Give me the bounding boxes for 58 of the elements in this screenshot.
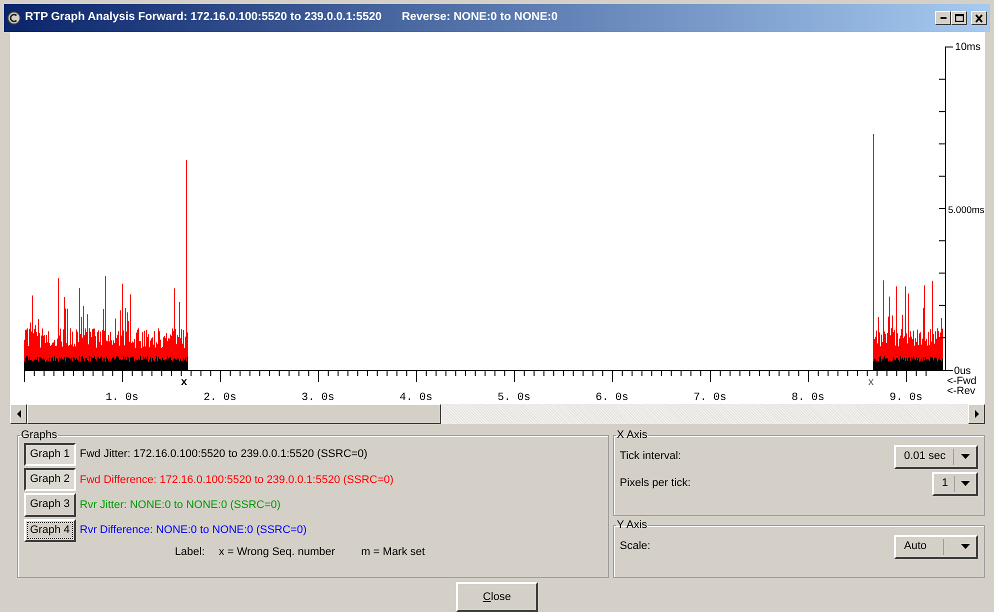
axis-label: 9. 0s [890,392,922,404]
scroll-right-button[interactable] [968,404,985,424]
group-title: Y Axis [616,520,648,531]
legend-text: x = Wrong Seq. number [218,544,336,560]
caret-icon [961,454,970,460]
group-title: Graphs [20,430,58,441]
close-icon [975,14,983,22]
close-button[interactable] [971,11,987,25]
legend-text: m = Mark set [361,544,425,560]
caret-icon [960,544,970,550]
series-label: <-Fwd [947,375,976,387]
legend-text: Label: [174,544,205,560]
axis-label: 7. 0s [694,392,726,404]
close-dialog-button[interactable]: Close [456,582,538,612]
graph-toggle-button[interactable]: Graph 2 [24,468,76,492]
dropdown[interactable]: Auto [894,534,978,558]
sequence-mark: x [868,376,874,388]
axis-label: 5. 0s [498,392,530,404]
graph-label: Rvr Difference: NONE:0 to NONE:0 (SSRC=0) [80,522,307,538]
graph-label: Rvr Jitter: NONE:0 to NONE:0 (SSRC=0) [80,498,281,513]
axis-label: 4. 0s [400,392,432,404]
graph-toggle-button[interactable]: Graph 4 [24,518,76,542]
group-title: X Axis [616,430,648,441]
maximize-button[interactable] [951,11,967,25]
graph-toggle-button[interactable]: Graph 3 [24,493,76,517]
window-title: RTP Graph Analysis Forward: 172.16.0.100:5520 to 239.0.0.1:5520 [25,10,382,26]
graph-toggle-button[interactable]: Graph 1 [24,443,76,466]
scroll-left-button[interactable] [10,404,27,424]
window-title: Reverse: NONE:0 to NONE:0 [402,10,558,26]
axis-label: 5.000ms [948,205,984,216]
scroll-thumb[interactable] [27,404,441,424]
setting-label: Tick interval: [620,449,682,464]
setting-label: Scale: [620,539,650,554]
dropdown[interactable]: 0.01 sec [894,444,978,468]
dropdown-value: 0.01 sec [904,449,946,464]
axis-label: 6. 0s [596,392,628,404]
caret-icon [961,480,970,486]
axis-label: 1. 0s [106,392,138,404]
horizontal-scrollbar[interactable] [10,404,985,424]
graph-label: Fwd Difference: 172.16.0.100:5520 to 239.0.0.1:5520 (SSRC=0) [80,472,394,488]
axis-label: 0us [954,365,971,377]
series-label: <-Rev [947,385,976,397]
axis-label: 2. 0s [204,392,236,404]
dropdown-value: 1 [942,476,948,492]
axis-label: 3. 0s [302,392,334,404]
maximize-icon [954,14,964,22]
app-icon [7,11,21,25]
graph-label: Fwd Jitter: 172.16.0.100:5520 to 239.0.0.1:5520 (SSRC=0) [80,447,368,462]
dropdown[interactable]: 1 [932,472,978,496]
dropdown-value: Auto [904,539,927,554]
axis-label: 10ms [955,41,981,53]
left-arrow-icon [16,410,22,418]
right-arrow-icon [974,410,980,418]
axis-label: 8. 0s [792,392,824,404]
minimize-button[interactable] [935,11,951,25]
sequence-mark: x [180,376,188,388]
setting-label: Pixels per tick: [620,476,691,492]
minimize-icon [940,17,946,19]
